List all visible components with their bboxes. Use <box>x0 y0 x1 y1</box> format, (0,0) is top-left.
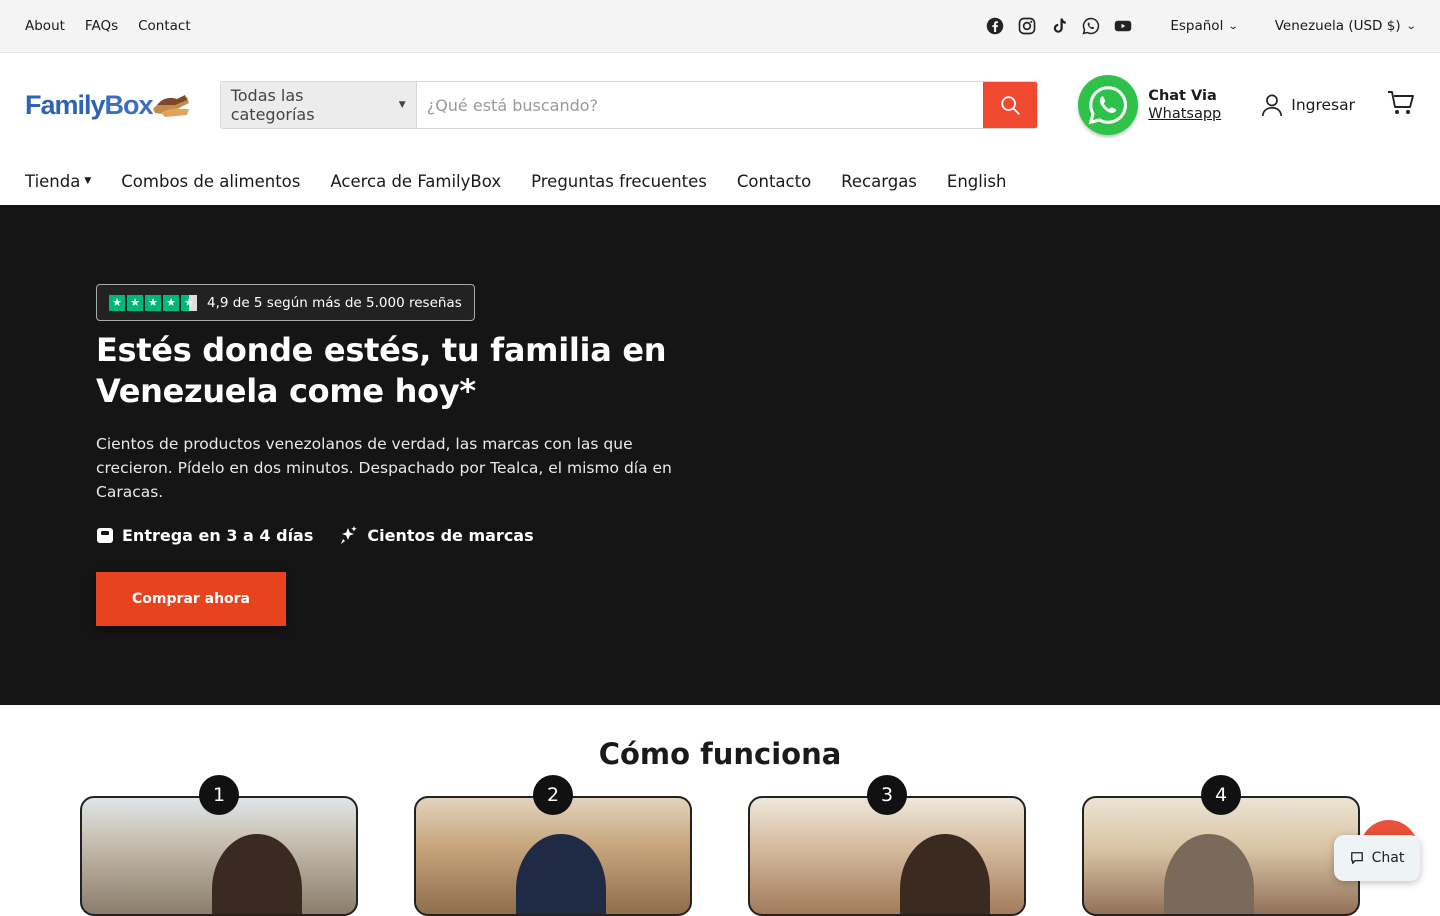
person-illustration <box>516 834 606 914</box>
whatsapp-link[interactable]: Whatsapp <box>1148 105 1221 123</box>
star-icon: ★ <box>127 294 143 311</box>
hands-icon <box>152 95 189 117</box>
person-illustration <box>900 834 990 914</box>
hero-title: Estés donde estés, tu familia en Venezue… <box>96 331 667 410</box>
category-select[interactable]: Todas las categorías ▼ <box>220 82 417 128</box>
top-bar: About FAQs Contact Español ⌄ Venezuela (… <box>0 0 1440 53</box>
nav-english[interactable]: English <box>947 172 1007 191</box>
shop-now-button[interactable]: Comprar ahora <box>96 572 286 626</box>
chevron-down-icon: ▼ <box>398 100 406 110</box>
step-number: 4 <box>1201 775 1241 815</box>
hero-features: Entrega en 3 a 4 días Cientos de marcas <box>96 525 534 545</box>
how-it-works-section: Cómo funciona 1 2 3 4 <box>0 705 1440 916</box>
main-nav: Tienda ▼ Combos de alimentos Acerca de F… <box>0 157 1440 205</box>
person-illustration <box>1164 834 1254 914</box>
chat-via-label: Chat Via <box>1148 88 1217 104</box>
nav-about[interactable]: Acerca de FamilyBox <box>330 172 501 191</box>
rating-badge[interactable]: ★ ★ ★ ★ ★ 4,9 de 5 según más de 5.000 re… <box>96 284 475 321</box>
search-bar: Todas las categorías ▼ <box>219 81 1039 129</box>
about-link[interactable]: About <box>25 18 65 34</box>
social-links <box>985 16 1133 36</box>
instagram-icon[interactable] <box>1017 16 1037 36</box>
region-selector[interactable]: Venezuela (USD $) ⌄ <box>1274 18 1417 34</box>
cart-icon <box>1388 91 1414 114</box>
main-header: FamilyBox Todas las categorías ▼ Chat Vi… <box>0 53 1440 157</box>
hero-description: Cientos de productos venezolanos de verd… <box>96 435 672 501</box>
sparkle-icon <box>341 526 358 544</box>
nav-faq[interactable]: Preguntas frecuentes <box>531 172 707 191</box>
category-value: Todas las categorías <box>230 86 315 124</box>
feature-brands: Cientos de marcas <box>339 525 534 545</box>
star-icon: ★ <box>145 294 161 311</box>
chevron-down-icon: ⌄ <box>1405 20 1417 32</box>
chevron-down-icon: ⌄ <box>1228 20 1239 32</box>
top-links: About FAQs Contact <box>25 18 191 34</box>
login-link[interactable]: Ingresar <box>1261 93 1355 117</box>
logo-text-family: Family <box>25 89 106 120</box>
step-number: 2 <box>533 775 573 815</box>
hero-section: ★ ★ ★ ★ ★ 4,9 de 5 según más de 5.000 re… <box>0 205 1440 705</box>
region-value: Venezuela (USD $) <box>1274 18 1401 34</box>
logo-text-box: Box <box>104 89 154 120</box>
user-icon <box>1262 94 1283 117</box>
step-number: 1 <box>199 775 239 815</box>
whatsapp-icon[interactable] <box>1081 16 1101 36</box>
package-icon <box>97 528 113 543</box>
facebook-icon[interactable] <box>985 16 1005 36</box>
cart-button[interactable] <box>1387 90 1415 120</box>
rating-text: 4,9 de 5 según más de 5.000 reseñas <box>207 294 462 311</box>
how-it-works-title: Cómo funciona <box>598 737 842 771</box>
step-2: 2 <box>414 775 692 916</box>
steps-row: 1 2 3 4 <box>80 775 1360 916</box>
search-input[interactable] <box>416 82 984 128</box>
faqs-link[interactable]: FAQs <box>85 18 118 34</box>
step-3: 3 <box>748 775 1026 916</box>
language-value: Español <box>1170 18 1224 34</box>
feature-brands-label: Cientos de marcas <box>367 525 534 545</box>
whatsapp-chat[interactable]: Chat Via Whatsapp <box>1078 75 1221 135</box>
nav-contact[interactable]: Contacto <box>737 172 811 191</box>
step-4: 4 <box>1082 775 1360 916</box>
familybox-logo[interactable]: Family Box <box>25 85 195 125</box>
feature-delivery-label: Entrega en 3 a 4 días <box>122 525 314 545</box>
tiktok-icon[interactable] <box>1049 16 1069 36</box>
youtube-icon[interactable] <box>1113 16 1133 36</box>
star-icon: ★ <box>109 294 125 311</box>
nav-combos[interactable]: Combos de alimentos <box>121 172 300 191</box>
star-icon: ★ <box>163 294 179 311</box>
nav-shop-label: Tienda <box>25 171 81 191</box>
chat-widget-label: Chat <box>1371 850 1405 866</box>
nav-recharges[interactable]: Recargas <box>841 172 917 191</box>
search-icon <box>1001 96 1020 115</box>
whatsapp-logo-icon <box>1078 75 1139 135</box>
chat-icon <box>1350 852 1363 864</box>
chevron-down-icon: ▼ <box>84 176 92 186</box>
search-button[interactable] <box>983 82 1038 128</box>
feature-delivery: Entrega en 3 a 4 días <box>96 525 313 545</box>
step-1: 1 <box>80 775 358 916</box>
contact-link[interactable]: Contact <box>138 18 191 34</box>
nav-shop[interactable]: Tienda ▼ <box>25 172 91 191</box>
login-label: Ingresar <box>1291 96 1355 114</box>
person-illustration <box>212 834 302 914</box>
language-selector[interactable]: Español ⌄ <box>1170 18 1239 34</box>
step-number: 3 <box>867 775 907 815</box>
half-star-icon: ★ <box>181 294 197 311</box>
whatsapp-text: Chat Via Whatsapp <box>1148 87 1221 123</box>
trustpilot-stars: ★ ★ ★ ★ ★ <box>109 294 197 311</box>
chat-widget-button[interactable]: Chat <box>1334 835 1420 881</box>
